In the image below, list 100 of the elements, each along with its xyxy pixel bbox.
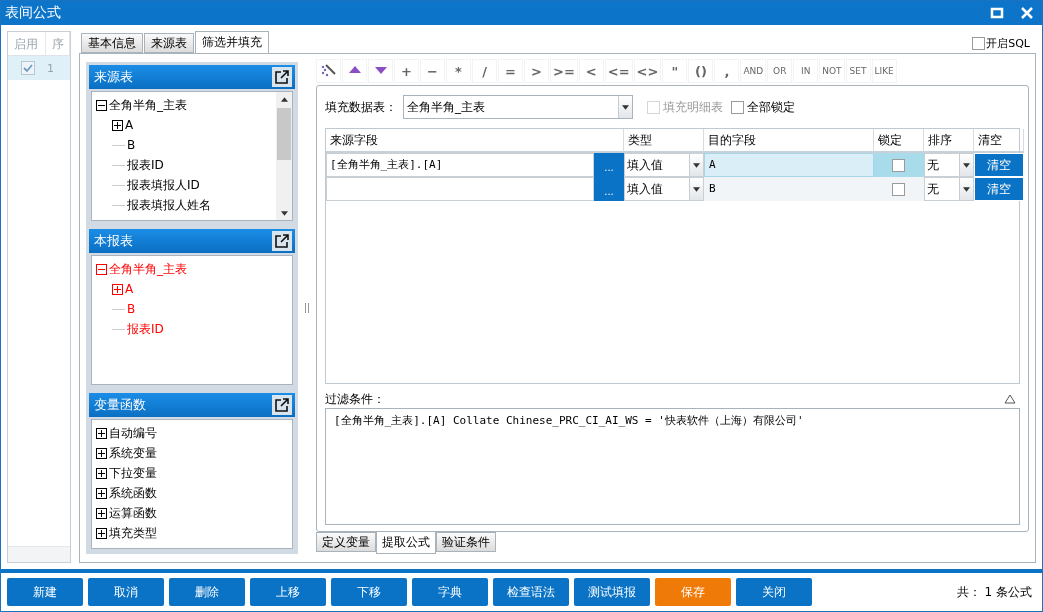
action-button[interactable]: 删除	[169, 578, 245, 606]
collapse-icon[interactable]	[1004, 394, 1016, 404]
tree-item[interactable]: 全角半角_主表	[109, 260, 187, 278]
operator-button[interactable]: /	[472, 59, 497, 83]
operator-button[interactable]: "	[662, 59, 688, 83]
tab[interactable]: 来源表	[144, 33, 194, 53]
tab[interactable]: 提取公式	[376, 532, 436, 554]
tree-item[interactable]: 自动编号	[109, 424, 157, 442]
keyword-button[interactable]: SET	[845, 59, 871, 83]
expand-toggle[interactable]	[112, 119, 123, 131]
expand-toggle[interactable]	[96, 487, 107, 499]
filter-label: 过滤条件：	[325, 390, 385, 408]
action-button[interactable]: 字典	[412, 578, 488, 606]
table-dropdown[interactable]: 全角半角_主表	[403, 95, 633, 119]
tree-item[interactable]: 全角半角_主表	[109, 96, 187, 114]
collapse-toggle[interactable]	[96, 99, 107, 111]
checkbox[interactable]	[972, 37, 986, 50]
operator-button[interactable]: +	[394, 59, 419, 83]
field-label: 填充数据表：	[325, 98, 397, 116]
caret-up-icon[interactable]	[280, 96, 288, 102]
caret-down-icon[interactable]	[963, 162, 970, 168]
clear-button[interactable]: 清空	[974, 153, 1024, 177]
tree-item[interactable]: 运算函数	[109, 504, 157, 522]
expand-toggle[interactable]	[96, 427, 107, 439]
tree-item[interactable]: A	[125, 118, 134, 132]
expand-toggle[interactable]	[96, 447, 107, 459]
type-dropdown[interactable]: 填入值	[624, 153, 704, 177]
expand-toggle[interactable]	[96, 467, 107, 479]
source-field-input[interactable]	[326, 177, 594, 201]
operator-button[interactable]: >	[524, 59, 549, 83]
operator-button[interactable]: =	[498, 59, 523, 83]
caret-down-icon[interactable]	[693, 186, 700, 192]
clear-button[interactable]: 清空	[974, 177, 1024, 201]
action-button[interactable]: 检查语法	[493, 578, 569, 606]
picker-button[interactable]: ...	[594, 177, 624, 201]
tab[interactable]: 验证条件	[436, 532, 496, 552]
tree-item[interactable]: 报表ID	[127, 320, 164, 338]
operator-button[interactable]: <	[578, 59, 604, 83]
tab[interactable]: 基本信息	[81, 33, 143, 53]
action-button[interactable]: 新建	[7, 578, 83, 606]
keyword-button[interactable]: OR	[767, 59, 793, 83]
external-link-icon[interactable]	[272, 231, 292, 251]
wand-icon[interactable]	[316, 59, 341, 83]
sort-dropdown[interactable]: 无	[924, 177, 974, 201]
tab[interactable]: 定义变量	[316, 532, 376, 552]
operator-button[interactable]: >=	[550, 59, 578, 83]
expand-toggle[interactable]	[112, 283, 123, 295]
keyword-button[interactable]: IN	[793, 59, 819, 83]
lock-checkbox[interactable]	[892, 158, 905, 172]
external-link-icon[interactable]	[272, 67, 292, 87]
checkbox[interactable]	[731, 100, 744, 114]
lock-checkbox[interactable]	[892, 182, 905, 196]
column-header: 序	[46, 32, 70, 55]
picker-button[interactable]: ...	[594, 153, 624, 177]
action-button[interactable]: 取消	[88, 578, 164, 606]
tree-item[interactable]: A	[125, 282, 134, 296]
vertical-scrollbar[interactable]	[276, 92, 292, 220]
external-link-icon[interactable]	[272, 395, 292, 415]
tab[interactable]: 筛选并填充	[195, 31, 269, 53]
keyword-button[interactable]: AND	[740, 59, 767, 83]
caret-down-icon[interactable]	[693, 162, 700, 168]
collapse-toggle[interactable]	[96, 263, 107, 275]
tree-item[interactable]: 报表填报人姓名	[127, 196, 211, 214]
keyword-button[interactable]: LIKE	[871, 59, 897, 83]
expand-toggle[interactable]	[96, 527, 107, 539]
action-button[interactable]: 测试填报	[574, 578, 650, 606]
sort-dropdown[interactable]: 无	[924, 153, 974, 177]
tree-item[interactable]: 系统变量	[109, 444, 157, 462]
caret-down-icon[interactable]	[963, 186, 970, 192]
tree-item[interactable]: 报表填报人ID	[127, 176, 200, 194]
horizontal-scrollbar[interactable]	[8, 546, 70, 562]
splitter-handle[interactable]	[305, 303, 309, 313]
tree-item[interactable]: B	[127, 302, 136, 316]
filter-text-area[interactable]: [全角半角_主表].[A] Collate Chinese_PRC_CI_AI_WS = '快表软件（上海）有限公司'	[325, 408, 1020, 525]
action-button[interactable]: 关闭	[736, 578, 812, 606]
close-icon[interactable]	[1020, 6, 1034, 20]
tree-item[interactable]: B	[127, 138, 136, 152]
expand-toggle[interactable]	[96, 507, 107, 519]
operator-button[interactable]: ()	[688, 59, 714, 83]
operator-button[interactable]: <>	[633, 59, 662, 83]
tree-item[interactable]: 下拉变量	[109, 464, 157, 482]
action-button[interactable]: 上移	[250, 578, 326, 606]
operator-button[interactable]: *	[446, 59, 471, 83]
enabled-checkbox[interactable]	[21, 61, 35, 75]
tree-item[interactable]: 系统函数	[109, 484, 157, 502]
operator-button[interactable]: <=	[604, 59, 633, 83]
plus-icon	[97, 528, 106, 538]
tree-item[interactable]: 报表ID	[127, 156, 164, 174]
tree-item[interactable]: 填充类型	[109, 524, 157, 542]
operator-button[interactable]: ,	[714, 59, 740, 83]
restore-icon[interactable]	[990, 6, 1004, 20]
panel-title: 本报表	[94, 232, 133, 250]
caret-down-icon[interactable]	[622, 104, 629, 110]
source-field-input[interactable]: [全角半角_主表].[A]	[326, 153, 594, 177]
keyword-button[interactable]: NOT	[819, 59, 845, 83]
type-dropdown[interactable]: 填入值	[624, 177, 704, 201]
operator-button[interactable]: −	[420, 59, 445, 83]
caret-down-icon[interactable]	[280, 210, 288, 216]
plus-icon	[97, 468, 106, 478]
action-button[interactable]: 下移	[331, 578, 407, 606]
